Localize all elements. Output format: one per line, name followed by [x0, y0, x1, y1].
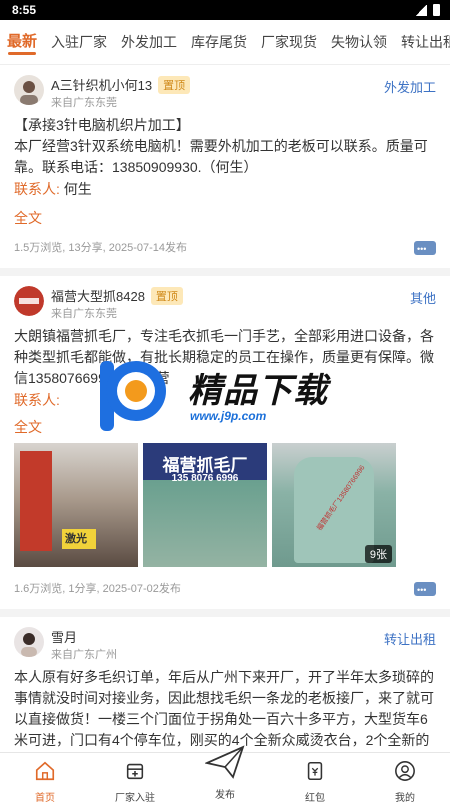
- username[interactable]: 雪月: [51, 627, 77, 646]
- tab-stock[interactable]: 库存尾货: [184, 20, 254, 64]
- post-location: 来自广东广州: [51, 649, 117, 661]
- post-card[interactable]: 福营大型抓8428 置顶 来自广东东莞 其他 大朗镇福营抓毛厂，专注毛衣抓毛一门手…: [0, 276, 450, 609]
- nav-label: 首页: [35, 793, 55, 804]
- post-card[interactable]: 雪月 来自广东广州 转让出租 本人原有好多毛织订单，年后从广州下来开厂，开了半年…: [0, 617, 450, 752]
- post-stats: 1.6万浏览, 1分享, 2025-07-02发布: [14, 583, 181, 595]
- username-text: A三针织机小何13: [51, 78, 153, 93]
- comment-icon[interactable]: [414, 239, 436, 259]
- post-images: 激光 福营抓毛厂 135 8076 6996 福营抓毛厂13580766996 …: [14, 443, 436, 567]
- tab-latest[interactable]: 最新: [0, 20, 44, 64]
- contact-label: 联系人:: [14, 392, 60, 408]
- shop-sign: [20, 451, 52, 551]
- laser-sign: 激光: [62, 529, 96, 549]
- tab-outsourcing[interactable]: 外发加工: [114, 20, 184, 64]
- post-feed[interactable]: A三针织机小何13 置顶 来自广东东莞 外发加工 【承接3针电脑机织片加工】 本厂…: [0, 65, 450, 752]
- image-count-badge: 9张: [364, 545, 392, 563]
- laser-sign-text: 激光: [65, 533, 87, 545]
- username-text: 福营大型抓8428: [51, 289, 145, 304]
- status-icons: [415, 4, 440, 16]
- status-bar: 8:55: [0, 0, 450, 20]
- tab-spot-goods[interactable]: 厂家现货: [254, 20, 324, 64]
- post-body: 【承接3针电脑机织片加工】 本厂经营3针双系统电脑机！需要外机加工的老板可以联系…: [14, 117, 428, 175]
- signal-icon: [415, 4, 427, 16]
- post-category[interactable]: 其他: [410, 288, 436, 307]
- user-icon: [395, 761, 415, 781]
- status-time: 8:55: [12, 3, 37, 17]
- nav-mine[interactable]: 我的: [360, 753, 450, 804]
- comment-icon[interactable]: [414, 580, 436, 600]
- post-body: 大朗镇福营抓毛厂，专注毛衣抓毛一门手艺，全部彩用进口设备，各种类型抓毛都能做，有…: [14, 328, 434, 386]
- post-image[interactable]: 激光: [14, 443, 138, 567]
- nav-label: 厂家入驻: [115, 793, 155, 804]
- contact-line: 联系人:: [14, 389, 436, 411]
- home-icon: [35, 761, 55, 781]
- nav-publish[interactable]: 发布: [180, 745, 270, 801]
- post-category[interactable]: 外发加工: [384, 77, 436, 96]
- full-text-link[interactable]: 全文: [14, 417, 436, 437]
- post-meta: 1.6万浏览, 1分享, 2025-07-02发布: [14, 579, 436, 600]
- post-stats: 1.5万浏览, 13分享, 2025-07-14发布: [14, 242, 188, 254]
- username[interactable]: 福营大型抓8428 置顶: [51, 286, 183, 305]
- avatar[interactable]: [14, 627, 44, 657]
- tab-transfer-rent[interactable]: 转让出租: [394, 20, 450, 64]
- avatar[interactable]: [14, 286, 44, 316]
- red-envelope-icon: [307, 761, 323, 781]
- banner-phone: 135 8076 6996: [171, 473, 239, 484]
- battery-icon: [433, 4, 440, 16]
- post-body: 本人原有好多毛织订单，年后从广州下来开厂，开了半年太多琐碎的事情就没时间对接业务…: [14, 669, 434, 748]
- contact-line: 联系人: 何生: [14, 178, 436, 200]
- avatar[interactable]: [14, 75, 44, 105]
- post-category[interactable]: 转让出租: [384, 629, 436, 648]
- contact-name: 何生: [63, 181, 92, 197]
- post-header: A三针织机小何13 置顶 来自广东东莞 外发加工: [14, 73, 436, 113]
- bottom-nav: 首页 厂家入驻 发布 红包 我的: [0, 745, 450, 804]
- pinned-badge: 置顶: [158, 76, 191, 94]
- post-image[interactable]: 福营抓毛厂13580766996 9张: [272, 443, 396, 567]
- store-icon: [126, 763, 144, 780]
- post-location: 来自广东东莞: [51, 308, 117, 320]
- nav-label: 我的: [395, 793, 415, 804]
- paper-plane-icon: [204, 745, 245, 779]
- pinned-badge: 置顶: [150, 287, 183, 305]
- nav-red-envelope[interactable]: 红包: [270, 753, 360, 804]
- nav-factory-join[interactable]: 厂家入驻: [90, 753, 180, 804]
- tab-lost-found[interactable]: 失物认领: [324, 20, 394, 64]
- post-image[interactable]: 福营抓毛厂 135 8076 6996: [143, 443, 267, 567]
- nav-home[interactable]: 首页: [0, 753, 90, 804]
- contact-label: 联系人:: [14, 181, 60, 197]
- nav-label: 发布: [215, 790, 235, 801]
- category-tabs: 最新 入驻厂家 外发加工 库存尾货 厂家现货 失物认领 转让出租: [0, 20, 450, 65]
- post-meta: 1.5万浏览, 13分享, 2025-07-14发布: [14, 238, 436, 259]
- post-location: 来自广东东莞: [51, 97, 117, 109]
- full-text-link[interactable]: 全文: [14, 208, 436, 228]
- post-header: 福营大型抓8428 置顶 来自广东东莞 其他: [14, 284, 436, 324]
- username[interactable]: A三针织机小何13 置顶: [51, 75, 191, 94]
- nav-label: 红包: [305, 793, 325, 804]
- post-card[interactable]: A三针织机小何13 置顶 来自广东东莞 外发加工 【承接3针电脑机织片加工】 本厂…: [0, 65, 450, 268]
- tab-factories[interactable]: 入驻厂家: [44, 20, 114, 64]
- post-header: 雪月 来自广东广州 转让出租: [14, 625, 436, 665]
